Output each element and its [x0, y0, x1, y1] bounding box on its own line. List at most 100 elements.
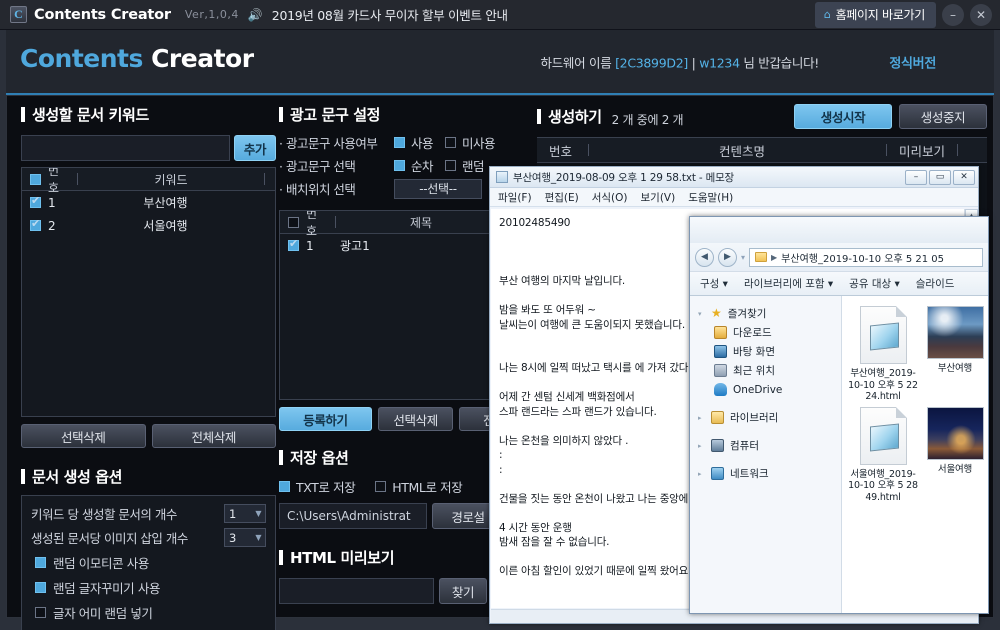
expand-triangle-icon[interactable]: ▸: [698, 414, 705, 422]
delete-selected-ads-button[interactable]: 선택삭제: [377, 407, 454, 431]
keyword-list-header: 번호 키워드: [22, 168, 275, 195]
notepad-menu-edit[interactable]: 편집(E): [545, 190, 579, 205]
ad-position-select[interactable]: --선택--: [394, 178, 482, 199]
nav-item-libraries[interactable]: ▸ 라이브러리: [698, 408, 841, 427]
generate-panel-title: 생성하기: [537, 106, 602, 127]
slideshow-button[interactable]: 슬라이드: [916, 276, 955, 291]
table-row[interactable]: 2 서울여행: [22, 214, 275, 237]
html-file-icon: [859, 306, 907, 364]
doc-options-title: 문서 생성 옵션: [21, 466, 276, 487]
stop-generate-button[interactable]: 생성중지: [899, 104, 987, 129]
app-version: Ver,1,0,4: [184, 8, 239, 21]
nav-item-desktop[interactable]: 바탕 화면: [698, 342, 841, 361]
save-txt-checkbox[interactable]: [279, 481, 290, 492]
add-keyword-button[interactable]: 추가: [234, 135, 276, 161]
ad-usage-on-label: 사용: [411, 136, 434, 151]
ad-usage-off-checkbox[interactable]: [445, 137, 457, 148]
recent-pages-chevron-icon[interactable]: ▾: [741, 253, 745, 262]
share-with-button[interactable]: 공유 대상 ▾: [849, 276, 900, 291]
random-text-decoration-checkbox[interactable]: [35, 582, 46, 593]
contents-column-preview: 미리보기: [898, 143, 945, 159]
html-preview-input[interactable]: [279, 578, 434, 604]
images-per-doc-stepper[interactable]: 3 ▼: [224, 528, 266, 547]
ad-usage-off-option[interactable]: 미사용: [445, 133, 496, 152]
random-suffix-option[interactable]: 글자 어미 랜덤 넣기: [31, 603, 266, 622]
ad-usage-row: · 광고문구 사용여부 사용 미사용: [279, 131, 529, 154]
notepad-menu-format[interactable]: 서식(O): [592, 190, 628, 205]
close-button[interactable]: ✕: [970, 3, 992, 26]
ad-select-sequential-label: 순차: [411, 159, 434, 174]
list-item[interactable]: 서울여행: [922, 406, 988, 504]
expand-triangle-icon[interactable]: ▸: [698, 470, 705, 478]
ad-column-title: 제목: [409, 215, 433, 230]
organize-menu-button[interactable]: 구성 ▾: [700, 276, 728, 291]
list-item[interactable]: 부산여행: [922, 306, 988, 403]
minimize-button[interactable]: –: [942, 3, 964, 26]
notepad-icon: [496, 171, 508, 183]
forward-arrow-icon[interactable]: ▶: [718, 247, 737, 267]
contents-column-name: 컨텐츠명: [718, 143, 765, 159]
row-checkbox[interactable]: [30, 217, 41, 231]
start-generate-button[interactable]: 생성시작: [794, 104, 892, 129]
save-txt-option[interactable]: TXT로 저장: [279, 477, 356, 496]
find-button[interactable]: 찾기: [439, 578, 487, 604]
back-arrow-icon[interactable]: ◀: [695, 247, 714, 267]
expand-triangle-icon[interactable]: ▸: [698, 442, 705, 450]
include-in-library-button[interactable]: 라이브러리에 포함 ▾: [744, 276, 833, 291]
notepad-menu-help[interactable]: 도움말(H): [688, 190, 733, 205]
ad-select-all-checkbox[interactable]: [288, 216, 299, 228]
per-keyword-doc-count-stepper[interactable]: 1 ▼: [224, 504, 266, 523]
ad-select-sequential-checkbox[interactable]: [394, 160, 405, 171]
save-html-checkbox[interactable]: [375, 481, 387, 492]
ad-select-random-checkbox[interactable]: [445, 160, 457, 171]
register-ad-button[interactable]: 등록하기: [279, 407, 372, 431]
ad-select-sequential-option[interactable]: 순차: [394, 156, 434, 175]
save-path-input[interactable]: C:\Users\Administrat: [279, 503, 427, 529]
random-emoticon-checkbox[interactable]: [35, 557, 46, 568]
keyword-column-keyword: 키워드: [154, 172, 188, 187]
list-item[interactable]: 부산여행_2019-10-10 오후 5 22 24.html: [848, 306, 918, 403]
file-label: 부산여행: [937, 363, 973, 374]
list-item[interactable]: 서울여행_2019-10-10 오후 5 28 49.html: [848, 406, 918, 504]
row-checkbox[interactable]: [30, 194, 41, 208]
ad-usage-on-checkbox[interactable]: [394, 137, 405, 148]
home-icon: ⌂: [823, 7, 831, 21]
brand-logo: Contents Creator: [20, 44, 254, 73]
explorer-window[interactable]: ◀ ▶ ▾ ▶ 부산여행_2019-10-10 오후 5 21 05 구성 ▾ …: [689, 216, 989, 614]
chevron-down-icon: ▼: [255, 509, 261, 518]
keyword-list[interactable]: 번호 키워드 1 부산여행 2: [21, 167, 276, 417]
ad-header-no-cell: 번호: [280, 211, 336, 239]
ad-row-checkbox[interactable]: [288, 237, 299, 251]
delete-all-keywords-button[interactable]: 전체삭제: [151, 424, 276, 448]
select-all-checkbox[interactable]: [30, 173, 41, 185]
nav-item-downloads[interactable]: 다운로드: [698, 323, 841, 342]
ad-select-random-option[interactable]: 랜덤: [445, 156, 485, 175]
nav-item-favorites[interactable]: ▾ ★ 즐겨찾기: [698, 304, 841, 323]
homepage-link-button[interactable]: ⌂ 홈페이지 바로가기: [814, 1, 936, 28]
notepad-minimize-button[interactable]: –: [905, 169, 927, 185]
explorer-title-bar[interactable]: [690, 217, 988, 243]
save-html-option[interactable]: HTML로 저장: [375, 477, 463, 496]
random-text-decoration-option[interactable]: 랜덤 글자꾸미기 사용: [31, 578, 266, 597]
header-divider-2: [264, 173, 265, 185]
delete-selected-keywords-button[interactable]: 선택삭제: [21, 424, 146, 448]
ad-usage-off-label: 미사용: [462, 136, 496, 151]
notepad-title-bar[interactable]: 부산여행_2019-08-09 오후 1 29 58.txt - 메모장 – ▭…: [490, 167, 978, 188]
nav-label-recent-places: 최근 위치: [733, 365, 775, 377]
notepad-maximize-button[interactable]: ▭: [929, 169, 951, 185]
notepad-close-button[interactable]: ✕: [953, 169, 975, 185]
notepad-menu-file[interactable]: 파일(F): [498, 190, 532, 205]
nav-item-onedrive[interactable]: OneDrive: [698, 380, 841, 399]
explorer-file-list[interactable]: 부산여행_2019-10-10 오후 5 22 24.html 부산여행 서울여…: [842, 296, 988, 613]
nav-item-computer[interactable]: ▸ 컴퓨터: [698, 436, 841, 455]
notepad-menu-view[interactable]: 보기(V): [641, 190, 676, 205]
ad-usage-on-option[interactable]: 사용: [394, 133, 434, 152]
random-suffix-checkbox[interactable]: [35, 607, 46, 618]
expand-triangle-icon[interactable]: ▾: [698, 310, 705, 318]
random-emoticon-option[interactable]: 랜덤 이모티콘 사용: [31, 553, 266, 572]
nav-item-recent-places[interactable]: 최근 위치: [698, 361, 841, 380]
nav-item-network[interactable]: ▸ 네트워크: [698, 464, 841, 483]
keyword-input[interactable]: [21, 135, 230, 161]
nav-label-onedrive: OneDrive: [733, 383, 783, 396]
address-bar[interactable]: ▶ 부산여행_2019-10-10 오후 5 21 05: [749, 247, 983, 267]
